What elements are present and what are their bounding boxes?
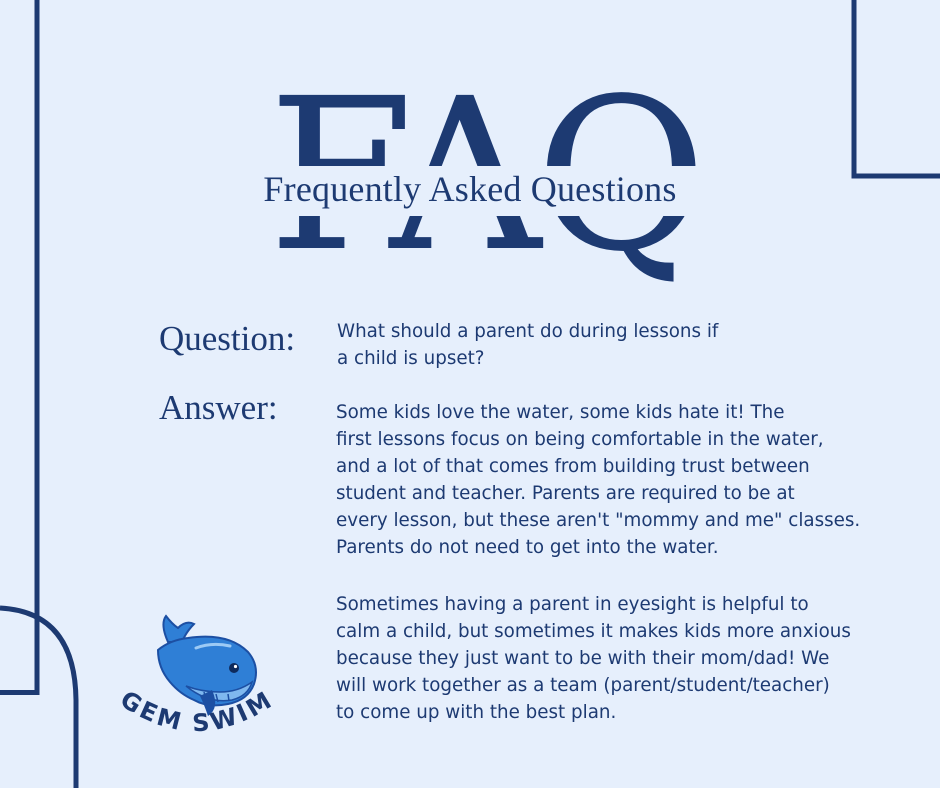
answer-line: to come up with the best plan. (336, 702, 617, 723)
question-label: Question: (159, 319, 296, 358)
answer-line: Sometimes having a parent in eyesight is… (336, 594, 809, 615)
question-text: What should a parent do during lessons i… (337, 318, 718, 372)
top-right-bracket (851, 0, 940, 179)
answer-line: and a lot of that comes from building tr… (336, 456, 810, 477)
answer-line: calm a child, but sometimes it makes kid… (336, 621, 851, 642)
answer-line: Some kids love the water, some kids hate… (336, 402, 785, 423)
answer-line: first lessons focus on being comfortable… (336, 429, 824, 450)
answer-line: will work together as a team (parent/stu… (336, 675, 830, 696)
page-subtitle: Frequently Asked Questions (263, 169, 677, 209)
answer-line: every lesson, but these aren't "mommy an… (336, 510, 861, 531)
answer-line: student and teacher. Parents are require… (336, 483, 795, 504)
answer-paragraph-2: Sometimes having a parent in eyesight is… (336, 591, 851, 726)
answer-label: Answer: (159, 388, 278, 427)
answer-line: because they just want to be with their … (336, 648, 830, 669)
gem-swim-logo: GEM SWIM (115, 614, 276, 737)
answer-paragraph-1: Some kids love the water, some kids hate… (336, 399, 860, 561)
question-line: What should a parent do during lessons i… (337, 321, 719, 342)
answer-line: Parents do not need to get into the wate… (336, 537, 719, 558)
faq-card: FAQ Frequently Asked Questions Question:… (0, 0, 940, 788)
question-line: a child is upset? (337, 348, 485, 369)
